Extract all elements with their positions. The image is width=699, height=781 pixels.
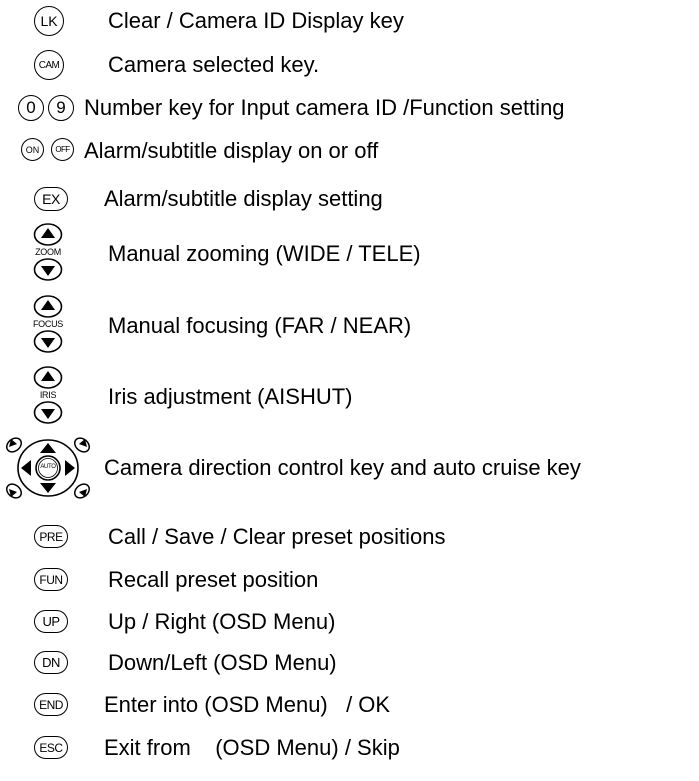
dn-key-label: DN	[42, 655, 60, 670]
zoom-down-arrow-icon	[33, 258, 63, 281]
iris-key-label: IRIS	[39, 390, 57, 400]
lk-key-label: LK	[40, 13, 58, 29]
nine-key-label: 9	[56, 98, 66, 117]
cam-key-description: Camera selected key.	[108, 52, 320, 77]
iris-up-arrow-icon	[33, 366, 63, 389]
esc-key-icon: ESC	[34, 736, 68, 759]
end-key-label: END	[39, 697, 63, 712]
on-key-label: ON	[25, 144, 40, 155]
iris-key-description: Iris adjustment (AISHUT)	[108, 384, 353, 409]
pre-key-description: Call / Save / Clear preset positions	[108, 524, 446, 549]
focus-key-description: Manual focusing (FAR / NEAR)	[108, 313, 412, 338]
dn-key-icon: DN	[34, 651, 68, 674]
lk-key-icon: LK	[34, 6, 64, 36]
lk-key-description: Clear / Camera ID Display key	[108, 8, 404, 33]
cam-key-icon: CAM	[34, 50, 64, 80]
zero-key-icon: 0	[18, 95, 44, 121]
up-key-label: UP	[42, 614, 60, 629]
off-key-label: OFF	[55, 145, 70, 154]
pre-key-icon: PRE	[34, 525, 68, 548]
fun-key-description: Recall preset position	[108, 567, 319, 592]
cam-key-label: CAM	[38, 59, 60, 71]
end-key-description: Enter into (OSD Menu) / OK	[104, 692, 391, 717]
esc-key-label: ESC	[39, 740, 63, 755]
up-key-icon: UP	[34, 610, 68, 633]
fun-key-icon: FUN	[34, 568, 68, 591]
zoom-key-label: ZOOM	[35, 247, 61, 257]
esc-key-description: Exit from (OSD Menu) / Skip	[104, 735, 400, 760]
fun-key-label: FUN	[39, 572, 63, 587]
focus-up-arrow-icon	[33, 295, 63, 318]
on-key-icon: ON	[21, 138, 44, 161]
nine-key-icon: 9	[48, 95, 74, 121]
end-key-icon: END	[34, 693, 68, 716]
ex-key-icon: EX	[34, 187, 68, 211]
focus-down-arrow-icon	[33, 330, 63, 353]
zero-key-label: 0	[26, 98, 36, 117]
auto-key-label: AUTO	[40, 464, 56, 470]
ex-key-description: Alarm/subtitle display setting	[104, 186, 383, 211]
focus-key-label: FOCUS	[32, 319, 63, 329]
zoom-up-arrow-icon	[33, 223, 63, 246]
dn-key-description: Down/Left (OSD Menu)	[108, 650, 337, 675]
zoom-key-description: Manual zooming (WIDE / TELE)	[108, 241, 421, 266]
up-key-description: Up / Right (OSD Menu)	[108, 609, 336, 634]
off-key-icon: OFF	[51, 138, 74, 161]
ex-key-label: EX	[42, 191, 60, 207]
direction-key-description: Camera direction control key and auto cr…	[104, 455, 581, 480]
number-key-description: Number key for Input camera ID /Function…	[84, 95, 565, 120]
on-off-key-description: Alarm/subtitle display on or off	[84, 138, 379, 163]
pre-key-label: PRE	[39, 529, 63, 544]
iris-down-arrow-icon	[33, 401, 63, 424]
